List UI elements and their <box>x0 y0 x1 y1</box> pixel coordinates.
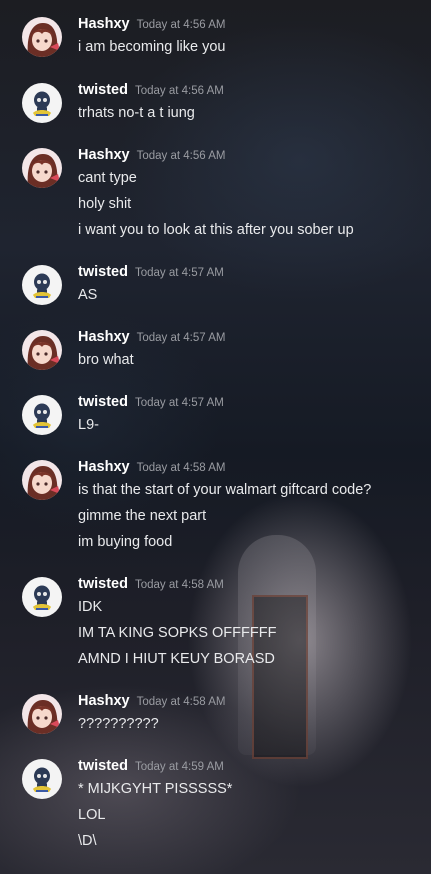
message-text: i want you to look at this after you sob… <box>78 222 354 238</box>
message-text: * MIJKGYHT PISSSSS* <box>78 781 233 797</box>
message-author[interactable]: twisted <box>78 394 128 410</box>
message-timestamp: Today at 4:56 AM <box>134 85 224 97</box>
message-author[interactable]: twisted <box>78 264 128 280</box>
message-timestamp: Today at 4:58 AM <box>136 462 226 474</box>
message-text: trhats no-t a t iung <box>78 105 195 121</box>
message-text: ?????????? <box>78 716 159 732</box>
message-timestamp: Today at 4:57 AM <box>136 332 226 344</box>
message-author[interactable]: twisted <box>78 82 128 98</box>
skull-avatar[interactable] <box>22 265 62 305</box>
message-author[interactable]: twisted <box>78 576 128 592</box>
skull-avatar[interactable] <box>22 83 62 123</box>
message-text: im buying food <box>78 534 173 550</box>
message-text: holy shit <box>78 196 132 212</box>
message-author[interactable]: Hashxy <box>78 16 130 32</box>
anime-girl-avatar[interactable] <box>22 694 62 734</box>
message-text: AMND I HIUT KEUY BORASD <box>78 651 275 667</box>
message-text: L9- <box>78 417 99 433</box>
skull-avatar[interactable] <box>22 395 62 435</box>
anime-girl-avatar[interactable] <box>22 17 62 57</box>
message-text: i am becoming like you <box>78 39 226 55</box>
message-text: is that the start of your walmart giftca… <box>78 482 372 498</box>
message-timestamp: Today at 4:56 AM <box>136 150 226 162</box>
message-text: gimme the next part <box>78 508 207 524</box>
message-author[interactable]: Hashxy <box>78 329 130 345</box>
message-text: IDK <box>78 599 103 615</box>
message-timestamp: Today at 4:58 AM <box>134 579 224 591</box>
anime-girl-avatar[interactable] <box>22 330 62 370</box>
message-author[interactable]: twisted <box>78 758 128 774</box>
anime-girl-avatar[interactable] <box>22 148 62 188</box>
message-text: \D\ <box>78 833 97 849</box>
message-author[interactable]: Hashxy <box>78 693 130 709</box>
message-text: IM TA KING SOPKS OFFFFFF <box>78 625 277 641</box>
message-timestamp: Today at 4:57 AM <box>134 397 224 409</box>
message-timestamp: Today at 4:56 AM <box>136 19 226 31</box>
message-text: AS <box>78 287 98 303</box>
skull-avatar[interactable] <box>22 759 62 799</box>
message-author[interactable]: Hashxy <box>78 459 130 475</box>
message-timestamp: Today at 4:59 AM <box>134 761 224 773</box>
chat-message-list[interactable]: Hashxy Today at 4:56 AM i am becoming lik… <box>0 0 431 874</box>
anime-girl-avatar[interactable] <box>22 460 62 500</box>
message-author[interactable]: Hashxy <box>78 147 130 163</box>
skull-avatar[interactable] <box>22 577 62 617</box>
message-text: LOL <box>78 807 106 823</box>
message-timestamp: Today at 4:57 AM <box>134 267 224 279</box>
message-text: bro what <box>78 352 134 368</box>
message-timestamp: Today at 4:58 AM <box>136 696 226 708</box>
message-text: cant type <box>78 170 137 186</box>
